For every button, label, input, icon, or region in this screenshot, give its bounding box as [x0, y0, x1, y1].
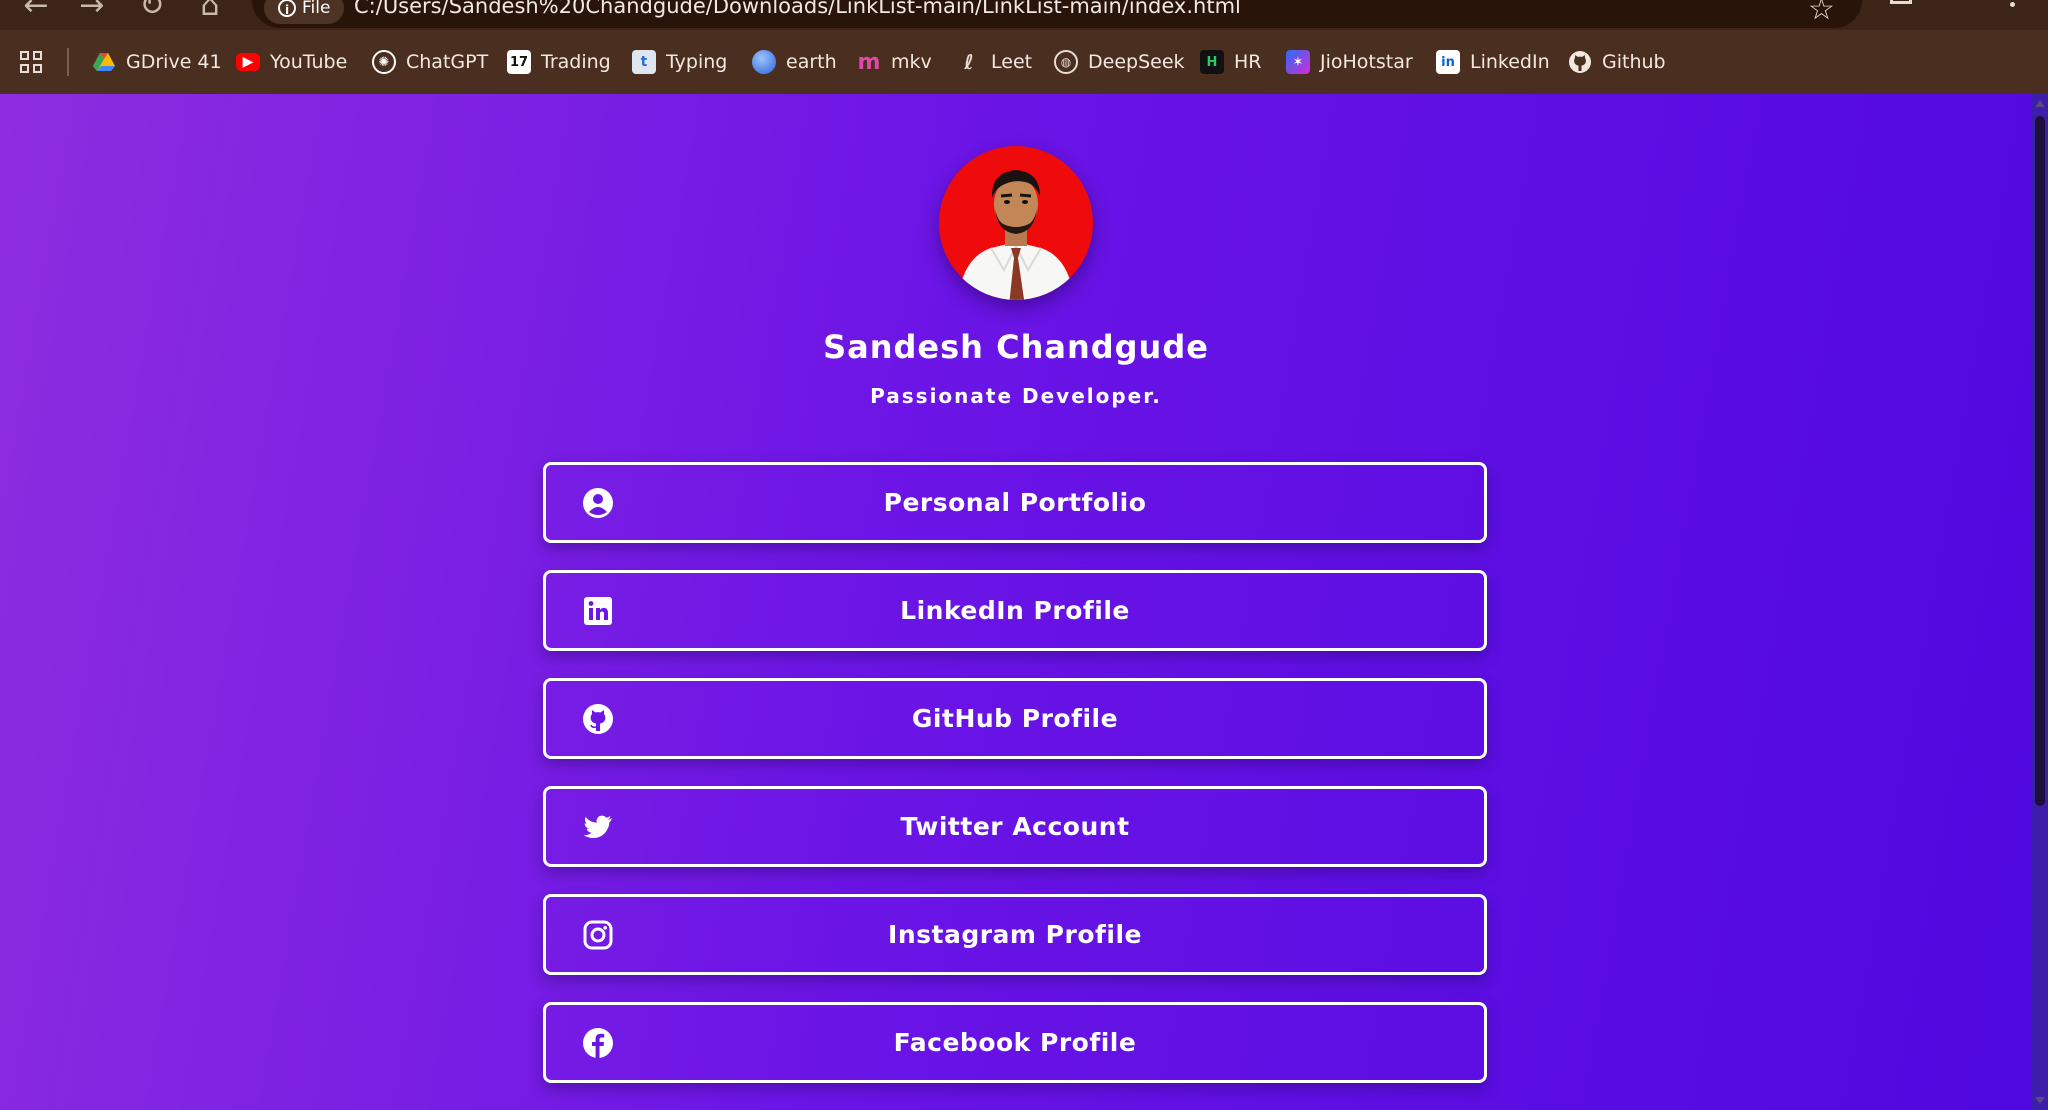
hackerrank-icon: H [1200, 50, 1224, 74]
globe-icon: ◍ [1054, 50, 1078, 74]
tradingview-icon: 17 [507, 50, 531, 74]
youtube-icon: ▶ [236, 53, 260, 71]
leetcode-icon: ℓ [964, 50, 974, 74]
bookmark-chatgpt[interactable]: ✺ ChatGPT [372, 46, 488, 78]
link-github-profile[interactable]: GitHub Profile [543, 678, 1487, 759]
chatgpt-icon: ✺ [372, 50, 396, 74]
bookmark-star-icon[interactable]: ☆ [1808, 0, 1835, 27]
apps-grid-icon[interactable] [20, 51, 42, 73]
link-linkedin-profile[interactable]: LinkedIn Profile [543, 570, 1487, 651]
link-label: Personal Portfolio [883, 488, 1147, 517]
link-instagram-profile[interactable]: Instagram Profile [543, 894, 1487, 975]
bookmarks-separator [67, 48, 69, 76]
bookmark-jiohotstar[interactable]: ✶ JioHotstar [1286, 46, 1413, 78]
bookmark-label: LinkedIn [1470, 51, 1550, 73]
link-twitter-account[interactable]: Twitter Account [543, 786, 1487, 867]
bookmark-label: Leet [991, 51, 1033, 73]
bookmark-label: Github [1602, 51, 1666, 73]
download-icon[interactable] [1888, 0, 1916, 16]
jiohotstar-icon: ✶ [1286, 50, 1310, 74]
link-label: Twitter Account [900, 812, 1130, 841]
bookmark-leet[interactable]: ℓ Leet [957, 46, 1032, 78]
link-label: LinkedIn Profile [900, 596, 1130, 625]
bookmark-mkv[interactable]: m mkv [857, 46, 932, 78]
bookmark-label: Typing [666, 51, 728, 73]
page-scrollbar[interactable] [2032, 94, 2048, 1110]
bookmark-label: JioHotstar [1320, 51, 1413, 73]
bookmark-label: GDrive 41 [126, 51, 222, 73]
avatar-illustration [957, 170, 1075, 300]
profile-tagline: Passionate Developer. [870, 384, 1162, 408]
typing-icon: t [632, 50, 656, 74]
bookmark-earth[interactable]: earth [752, 46, 837, 78]
link-personal-portfolio[interactable]: Personal Portfolio [543, 462, 1487, 543]
bookmark-label: Trading [541, 51, 611, 73]
link-label: GitHub Profile [911, 704, 1119, 733]
bookmark-typing[interactable]: t Typing [632, 46, 727, 78]
menu-kebab-icon[interactable] [2010, 0, 2018, 8]
github-icon [1569, 51, 1591, 73]
home-icon[interactable]: ⌂ [192, 0, 228, 24]
forward-icon[interactable]: → [74, 0, 110, 24]
earth-icon [752, 50, 776, 74]
bookmark-label: YouTube [270, 51, 348, 73]
bookmark-label: DeepSeek [1088, 51, 1185, 73]
site-info-chip[interactable]: i File [264, 0, 345, 24]
avatar [939, 146, 1093, 300]
linkedin-icon: in [1436, 50, 1460, 74]
back-icon[interactable]: ← [18, 0, 54, 24]
bookmark-linkedin[interactable]: in LinkedIn [1436, 46, 1550, 78]
address-bar[interactable]: i File C:/Users/Sandesh%20Chandgude/Down… [252, 0, 1862, 28]
page-content: Sandesh Chandgude Passionate Developer. … [0, 94, 2032, 1110]
bookmark-label: earth [786, 51, 837, 73]
bookmark-label: ChatGPT [406, 51, 489, 73]
bookmark-label: HR [1234, 51, 1262, 73]
bookmark-hr[interactable]: H HR [1200, 46, 1262, 78]
profile-name: Sandesh Chandgude [823, 328, 1209, 366]
mkv-icon: m [857, 49, 881, 75]
scrollbar-thumb[interactable] [2035, 116, 2045, 806]
bookmarks-bar: GDrive 41 ▶ YouTube ✺ ChatGPT 17 Trading… [0, 30, 2048, 94]
bookmark-youtube[interactable]: ▶ YouTube [236, 46, 347, 78]
link-list: Personal Portfolio LinkedIn Profile GitH… [543, 462, 1487, 1110]
scroll-up-icon[interactable] [2035, 100, 2045, 107]
reload-icon[interactable]: ↻ [134, 0, 170, 24]
bookmark-label: mkv [891, 51, 932, 73]
info-icon: i [278, 0, 296, 17]
site-chip-label: File [302, 0, 331, 18]
browser-toolbar: ← → ↻ ⌂ i File C:/Users/Sandesh%20Chandg… [0, 0, 2048, 30]
link-label: Facebook Profile [893, 1028, 1137, 1057]
url-text[interactable]: C:/Users/Sandesh%20Chandgude/Downloads/L… [354, 0, 1241, 22]
drive-icon [93, 53, 115, 71]
scroll-down-icon[interactable] [2035, 1097, 2045, 1104]
bookmark-deepseek[interactable]: ◍ DeepSeek [1054, 46, 1185, 78]
bookmark-gdrive[interactable]: GDrive 41 [92, 46, 222, 78]
link-facebook-profile[interactable]: Facebook Profile [543, 1002, 1487, 1083]
link-label: Instagram Profile [888, 920, 1142, 949]
bookmark-github[interactable]: Github [1568, 46, 1666, 78]
bookmark-trading[interactable]: 17 Trading [507, 46, 611, 78]
